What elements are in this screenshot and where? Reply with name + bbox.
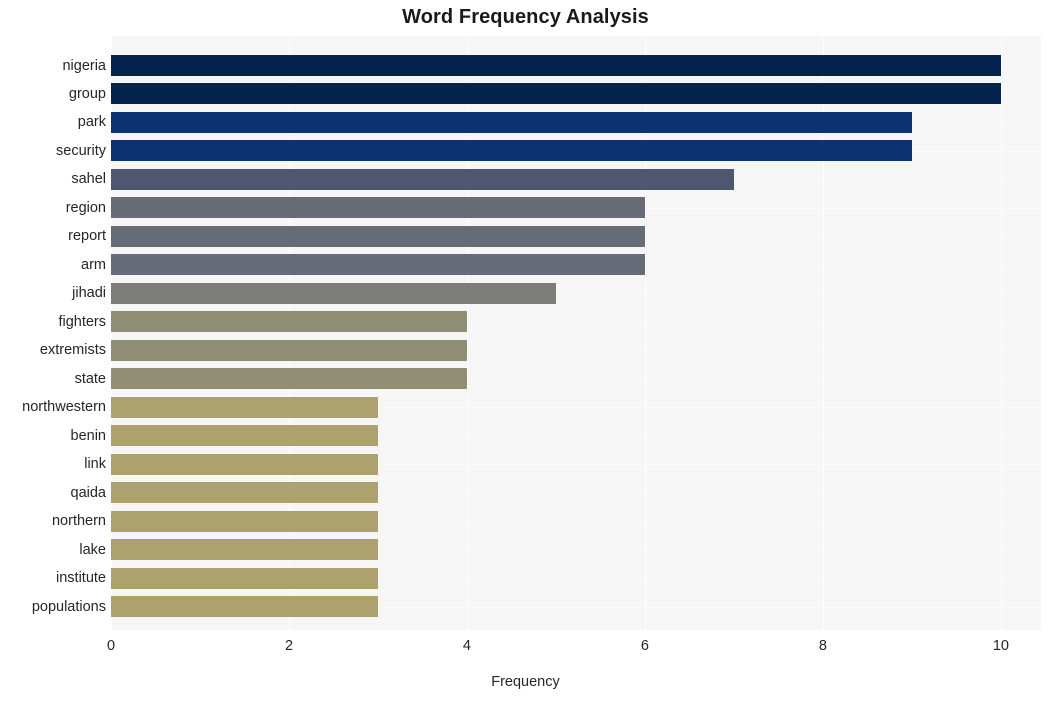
bar	[111, 454, 378, 475]
y-tick-label: populations	[31, 599, 106, 615]
chart-figure: Word Frequency Analysis nigeria group park…	[0, 0, 1051, 701]
x-tick-label: 10	[992, 638, 1009, 654]
y-tick-label: sahel	[71, 171, 106, 187]
y-tick-label: link	[84, 456, 106, 472]
y-tick-label: report	[68, 228, 106, 244]
y-tick-label: jihadi	[72, 285, 106, 301]
bar	[111, 340, 467, 361]
y-tick-label: northwestern	[22, 399, 106, 415]
bar	[111, 226, 645, 247]
bar	[111, 311, 467, 332]
bar	[111, 397, 378, 418]
x-tick-label: 8	[818, 638, 827, 654]
y-tick-label: qaida	[70, 485, 106, 501]
bar	[111, 511, 378, 532]
bar	[111, 254, 645, 275]
x-tick-label: 4	[462, 638, 471, 654]
bar	[111, 197, 645, 218]
y-tick-label: park	[77, 114, 106, 130]
x-axis-title: Frequency	[491, 674, 560, 690]
bar	[111, 368, 467, 389]
bar	[111, 482, 378, 503]
bar	[111, 539, 378, 560]
y-tick-label: benin	[70, 428, 106, 444]
x-tick-label: 6	[640, 638, 649, 654]
y-axis-tick-labels: nigeria group park security sahel region repor…	[0, 36, 106, 630]
x-axis-tick-labels: 0 2 4 6 8 10	[107, 630, 1041, 660]
bar	[111, 83, 1001, 104]
y-tick-label: security	[56, 143, 106, 159]
gridline-x-10	[1000, 36, 1002, 630]
x-tick-label: 0	[106, 638, 116, 654]
y-tick-label: institute	[56, 570, 106, 586]
y-tick-label: state	[74, 371, 106, 387]
x-tick-label: 2	[284, 638, 294, 654]
y-tick-label: arm	[81, 257, 106, 273]
y-tick-label: fighters	[58, 314, 106, 330]
bar	[111, 568, 378, 589]
bar	[111, 140, 912, 161]
y-tick-label: region	[65, 200, 106, 216]
chart-title: Word Frequency Analysis	[402, 6, 649, 28]
bar	[111, 283, 556, 304]
bar	[111, 169, 734, 190]
bar	[111, 425, 378, 446]
y-tick-label: lake	[79, 542, 106, 558]
y-tick-label: northern	[51, 513, 106, 529]
y-tick-label: extremists	[39, 342, 106, 358]
y-tick-label: nigeria	[62, 58, 106, 74]
bar	[111, 112, 912, 133]
plot-area	[111, 36, 1041, 630]
y-tick-label: group	[68, 86, 106, 102]
bar	[111, 596, 378, 617]
bar	[111, 55, 1001, 76]
